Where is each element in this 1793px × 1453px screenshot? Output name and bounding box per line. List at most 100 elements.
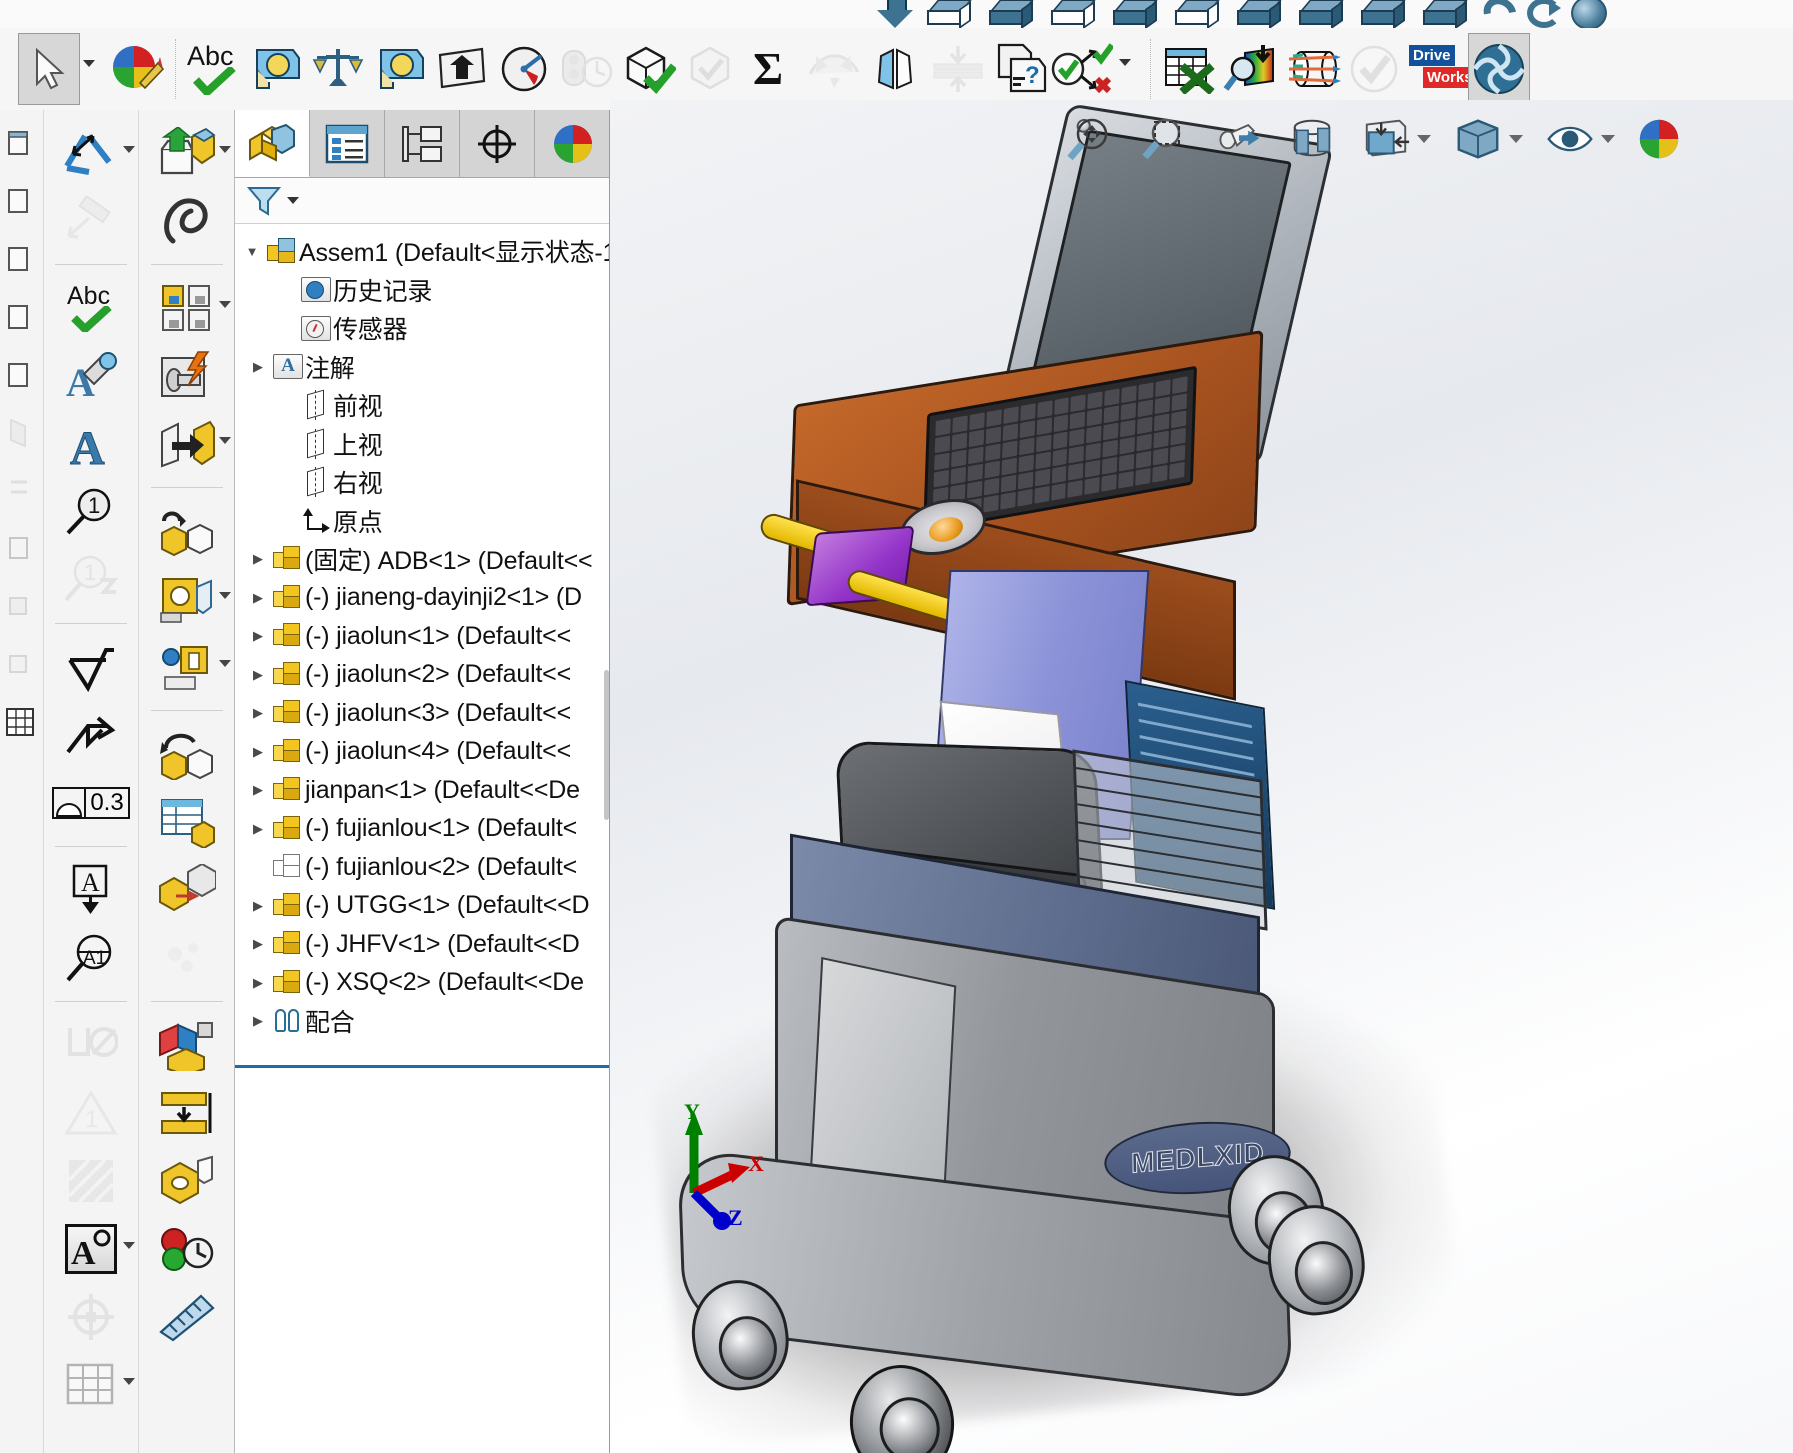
tree-item-part[interactable]: (-) jiaolun<4> (Default<< (235, 733, 609, 772)
assembly-features-button[interactable] (157, 570, 231, 628)
toolbar-icon-9[interactable] (0, 584, 45, 630)
tree-item-part[interactable]: (-) jiaolun<1> (Default<< (235, 617, 609, 656)
tab-dimxpert-manager[interactable] (460, 110, 535, 177)
realview-appearance-button[interactable] (1220, 33, 1282, 105)
front-view-icon[interactable] (925, 0, 977, 30)
mate-button[interactable] (157, 192, 217, 250)
driveworks-button[interactable]: Drive Works (1406, 33, 1477, 105)
tree-item-part[interactable]: (-) UTGG<1> (Default<<D (235, 887, 609, 926)
tree-item-part[interactable]: (固定) ADB<1> (Default<< (235, 540, 609, 579)
tree-item-part[interactable]: (-) fujianlou<1> (Default< (235, 810, 609, 849)
hide-show-items-button[interactable] (1545, 115, 1615, 163)
sustainability-button[interactable] (1468, 33, 1530, 105)
auto-balloon-button[interactable]: 1 (61, 551, 121, 609)
tree-item-sensors[interactable]: 传感器 (235, 309, 609, 348)
move-component-button[interactable] (157, 415, 231, 473)
expand-caret[interactable] (245, 359, 271, 375)
tab-feature-manager[interactable] (235, 110, 310, 177)
view-orientation-button[interactable] (1361, 115, 1431, 163)
weld-symbol-button[interactable] (61, 706, 121, 764)
bottom-view-icon[interactable] (1235, 0, 1287, 30)
performance-evaluation-button[interactable] (493, 33, 555, 105)
expand-caret[interactable] (245, 821, 271, 837)
measure-assembly-button[interactable] (157, 1288, 217, 1346)
toolbar-icon-1[interactable] (0, 120, 45, 166)
expand-caret[interactable] (245, 1013, 271, 1029)
view-rotate-arrow-icon[interactable] (1527, 0, 1561, 28)
export-to-excel-button[interactable] (1158, 33, 1220, 105)
flow-simulation-button[interactable] (1282, 33, 1344, 105)
chevron-down-icon[interactable] (218, 660, 231, 667)
toolbar-icon-10[interactable] (0, 642, 45, 688)
bill-of-materials-button[interactable] (157, 793, 217, 851)
toolbar-icon-6[interactable] (0, 410, 45, 456)
smart-fasteners-button[interactable] (157, 347, 217, 405)
center-line-button[interactable] (61, 1288, 121, 1346)
dimetric-view-icon[interactable] (1421, 0, 1473, 30)
zoom-to-fit-button[interactable] (1065, 115, 1115, 163)
symmetry-check-button[interactable] (865, 33, 927, 105)
expand-caret[interactable] (245, 667, 271, 683)
tree-item-right-plane[interactable]: 右视 (235, 463, 609, 502)
tree-scrollbar[interactable] (604, 670, 609, 820)
curvature-button[interactable] (803, 33, 865, 105)
chevron-down-icon[interactable] (123, 146, 135, 153)
geometry-analysis-button[interactable] (679, 33, 741, 105)
chevron-down-icon[interactable] (218, 301, 231, 308)
surface-finish-button[interactable] (61, 638, 121, 696)
expand-caret[interactable] (245, 628, 271, 644)
chevron-down-icon[interactable] (1601, 135, 1615, 143)
check-xmark-button[interactable] (1051, 33, 1131, 105)
thickness-analysis-button[interactable] (927, 33, 989, 105)
measure-button[interactable] (245, 33, 307, 105)
chevron-down-icon[interactable] (83, 60, 95, 67)
expand-caret[interactable] (245, 590, 271, 606)
tree-root-row[interactable]: Assem1 (Default<显示状态-1 (235, 232, 609, 271)
zoom-to-area-button[interactable] (1139, 115, 1189, 163)
mass-properties-button[interactable] (307, 33, 369, 105)
expand-caret[interactable] (245, 744, 271, 760)
expand-caret[interactable] (245, 705, 271, 721)
simulation-check-button[interactable] (1344, 33, 1406, 105)
section-view-button[interactable] (1287, 115, 1337, 163)
balloon-button[interactable]: 1 (61, 483, 121, 541)
clearance-verification-button[interactable] (157, 1084, 217, 1142)
previous-view-button[interactable] (1213, 115, 1263, 163)
performance-evaluation-button-2[interactable] (157, 1220, 217, 1278)
chevron-down-icon[interactable] (123, 1378, 135, 1385)
select-button[interactable] (18, 33, 95, 105)
normal-to-icon[interactable] (875, 0, 915, 29)
chevron-down-icon[interactable] (218, 592, 231, 599)
tree-item-front-plane[interactable]: 前视 (235, 386, 609, 425)
expand-caret[interactable] (245, 551, 271, 567)
filter-funnel-icon[interactable] (247, 185, 281, 217)
tab-property-manager[interactable] (310, 110, 385, 177)
insert-components-button[interactable] (157, 124, 231, 182)
chevron-down-icon[interactable] (1509, 135, 1523, 143)
left-view-icon[interactable] (1049, 0, 1101, 30)
expand-caret[interactable] (245, 898, 271, 914)
tree-item-part[interactable]: (-) jiaolun<3> (Default<< (235, 694, 609, 733)
format-painter-button[interactable]: A (61, 347, 121, 405)
view-sphere-icon[interactable] (1571, 0, 1607, 30)
smart-dimension-button[interactable] (61, 124, 135, 182)
toolbar-icon-7[interactable] (0, 468, 45, 514)
toolbar-icon-3[interactable] (0, 236, 45, 282)
instant3d-button[interactable] (157, 929, 217, 987)
display-style-button[interactable] (1453, 115, 1523, 163)
statistics-button[interactable]: Σ (741, 33, 803, 105)
show-hidden-components-button[interactable] (157, 502, 217, 560)
expand-caret[interactable] (239, 244, 265, 259)
toolbar-icon-2[interactable] (0, 178, 45, 224)
right-view-icon[interactable] (1111, 0, 1163, 30)
chevron-down-icon[interactable] (287, 197, 299, 204)
iso-view-icon[interactable] (1297, 0, 1349, 30)
reference-geometry-button[interactable] (157, 638, 231, 696)
datum-feature-button[interactable]: A (61, 861, 121, 919)
hole-alignment-button[interactable] (157, 1152, 217, 1210)
back-view-icon[interactable] (987, 0, 1039, 30)
tree-item-annotations[interactable]: A 注解 (235, 348, 609, 387)
toolbar-icon-11[interactable] (0, 700, 45, 746)
center-mark-button[interactable]: A (61, 1220, 135, 1278)
spell-checker-button[interactable]: Abc (61, 279, 121, 337)
